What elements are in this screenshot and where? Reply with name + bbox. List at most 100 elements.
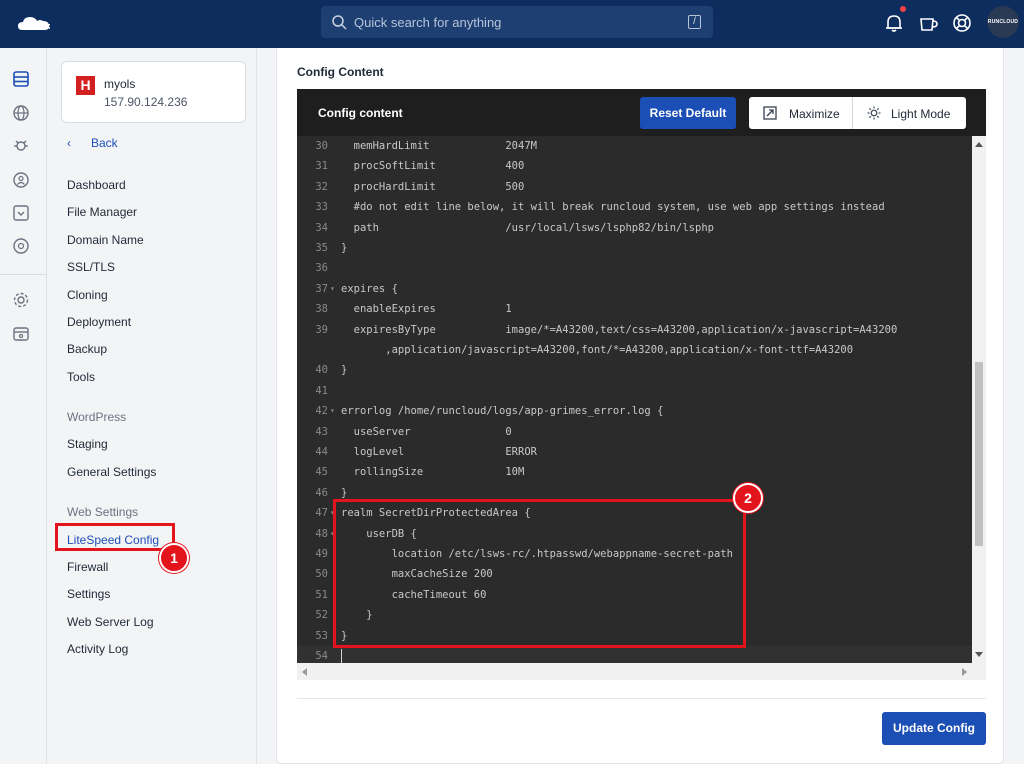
code-line: 30 memHardLimit 2047M (297, 136, 972, 156)
runcloud-logo-icon[interactable] (16, 12, 52, 36)
server-card[interactable]: H myols 157.90.124.236 (61, 61, 246, 123)
code-text: memHardLimit 2047M (341, 140, 537, 152)
line-number: 40 (315, 364, 328, 377)
nav-dashboard[interactable]: Dashboard (67, 178, 126, 192)
code-line: 39 expiresByType image/*=A43200,text/css… (297, 320, 972, 340)
search-placeholder: Quick search for anything (354, 15, 502, 30)
code-text: expiresByType image/*=A43200,text/css=A4… (341, 323, 898, 336)
nav-group-wordpress: WordPress (67, 410, 127, 424)
line-number: 54 (315, 650, 328, 662)
bell-icon[interactable] (883, 12, 905, 34)
back-label: Back (91, 136, 118, 150)
scroll-down-arrow-icon[interactable] (975, 652, 983, 657)
nav-tools[interactable]: Tools (67, 370, 95, 384)
nav-general-settings[interactable]: General Settings (67, 465, 156, 479)
update-config-button[interactable]: Update Config (882, 712, 986, 745)
nav-group-web-settings: Web Settings (67, 505, 139, 519)
help-lifebuoy-icon[interactable] (951, 12, 973, 34)
code-text: logLevel ERROR (341, 446, 537, 458)
text-cursor (341, 649, 342, 663)
line-number: 37 (315, 282, 328, 295)
code-line: 41 (297, 381, 972, 401)
line-number: 52 (315, 609, 328, 622)
nav-firewall[interactable]: Firewall (67, 560, 108, 574)
line-number: 33 (315, 201, 328, 214)
nav-backup[interactable]: Backup (67, 342, 107, 356)
search-icon (332, 15, 347, 30)
code-text: expires { (341, 282, 398, 295)
coffee-cup-icon[interactable] (917, 12, 939, 34)
code-line: 36 (297, 258, 972, 278)
code-text: } (341, 242, 348, 254)
section-title: Config Content (297, 65, 384, 79)
code-text: } (341, 364, 348, 377)
code-text: ,application/javascript=A43200,font/*=A4… (341, 344, 854, 356)
line-number: 38 (315, 303, 328, 316)
scroll-right-arrow-icon[interactable] (962, 668, 967, 676)
line-number: 34 (315, 221, 328, 234)
editor-title: Config content (318, 106, 403, 120)
footer-divider (297, 698, 986, 699)
team-icon[interactable] (12, 171, 30, 189)
maximize-icon (763, 106, 777, 120)
nav-cloning[interactable]: Cloning (67, 288, 108, 302)
reset-default-button[interactable]: Reset Default (640, 97, 736, 129)
back-link[interactable]: ‹ Back (67, 136, 118, 150)
server-provider-logo: H (76, 76, 95, 95)
search-bar[interactable]: Quick search for anything / (321, 6, 713, 38)
nav-deployment[interactable]: Deployment (67, 315, 131, 329)
nav-file-manager[interactable]: File Manager (67, 205, 137, 219)
code-line: ,application/javascript=A43200,font/*=A4… (297, 340, 972, 360)
servers-icon[interactable] (12, 70, 30, 88)
sun-icon (867, 106, 881, 120)
line-number: 41 (315, 384, 328, 397)
gear-icon[interactable] (12, 291, 30, 309)
nav-activity-log[interactable]: Activity Log (67, 642, 128, 656)
line-number: 47 (315, 507, 328, 520)
code-line: 45 rollingSize 10M (297, 462, 972, 482)
rail-divider (0, 274, 47, 275)
editor-header: Config content Reset Default Maximize Li… (297, 89, 986, 136)
code-text: #do not edit line below, it will break r… (341, 201, 885, 214)
maximize-button[interactable]: Maximize (749, 97, 853, 129)
horizontal-scrollbar[interactable] (297, 663, 986, 680)
fold-toggle-icon[interactable]: ▾ (330, 401, 335, 421)
search-shortcut-key: / (688, 15, 701, 29)
network-icon[interactable] (12, 237, 30, 255)
code-text: rollingSize 10M (341, 466, 525, 479)
code-line: 43 useServer 0 (297, 422, 972, 442)
archive-icon[interactable] (12, 325, 30, 343)
code-text: procHardLimit 500 (341, 180, 525, 193)
maximize-label: Maximize (789, 107, 840, 121)
nav-ssl-tls[interactable]: SSL/TLS (67, 260, 115, 274)
top-bar: Quick search for anything / RUNCLOUD (0, 0, 1024, 48)
annotation-marker-1: 1 (159, 543, 189, 573)
fold-toggle-icon[interactable]: ▾ (330, 279, 335, 299)
scroll-up-arrow-icon[interactable] (975, 142, 983, 147)
line-number: 35 (315, 242, 328, 254)
nav-settings[interactable]: Settings (67, 587, 110, 601)
user-avatar[interactable]: RUNCLOUD (987, 6, 1019, 38)
light-mode-label: Light Mode (891, 107, 951, 121)
nav-domain-name[interactable]: Domain Name (67, 233, 144, 247)
side-nav: H myols 157.90.124.236 ‹ Back Dashboard F… (47, 48, 257, 764)
scroll-left-arrow-icon[interactable] (302, 668, 307, 676)
vertical-scroll-thumb[interactable] (975, 362, 983, 546)
line-number: 36 (315, 262, 328, 275)
inbox-icon[interactable] (12, 204, 30, 222)
line-number: 50 (315, 568, 328, 581)
nav-staging[interactable]: Staging (67, 437, 108, 451)
code-text: useServer 0 (341, 425, 512, 438)
line-number: 48 (315, 527, 328, 540)
globe-icon[interactable] (12, 104, 30, 122)
vertical-scrollbar[interactable] (972, 136, 986, 663)
nav-web-server-log[interactable]: Web Server Log (67, 615, 154, 629)
light-mode-button[interactable]: Light Mode (853, 97, 966, 129)
code-line: 38 enableExpires 1 (297, 299, 972, 319)
code-text: procSoftLimit 400 (341, 160, 525, 173)
code-line: 37 ▾ expires { (297, 279, 972, 299)
main-panel: Config Content Config content Reset Defa… (276, 48, 1004, 764)
code-line: 42 ▾ errorlog /home/runcloud/logs/app-grim… (297, 401, 972, 421)
line-number: 32 (315, 180, 328, 193)
bug-icon[interactable] (12, 137, 30, 155)
